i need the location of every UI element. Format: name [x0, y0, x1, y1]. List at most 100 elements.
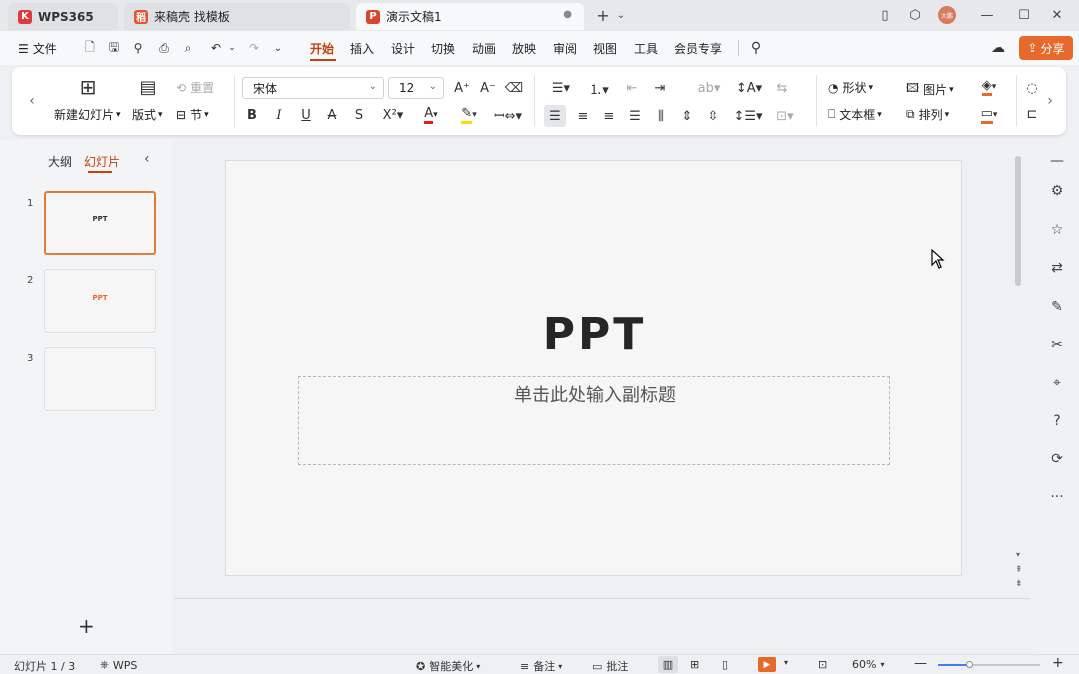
tab-tools[interactable]: 工具 [634, 40, 658, 57]
arrange-button[interactable]: ⧉ 排列 ▾ [906, 106, 949, 123]
slide-thumbnail-3[interactable] [44, 347, 156, 411]
format-painter-icon[interactable]: ⚲ [130, 40, 146, 56]
font-size-select[interactable]: 12 ⌄ [388, 77, 444, 99]
scroll-down-icon[interactable]: ▾ [1016, 550, 1020, 559]
slideshow-dropdown-icon[interactable]: ▾ [784, 658, 788, 667]
minimize-icon[interactable]: — [976, 6, 998, 24]
tab-wps365[interactable]: K WPS365 [8, 3, 118, 30]
slide-1[interactable]: PPT 单击此处输入副标题 [225, 160, 962, 576]
add-slide-button[interactable]: + [78, 614, 95, 638]
numbered-list-icon[interactable]: ⒈▾ [584, 79, 614, 98]
distribute-icon[interactable]: ⫼ [650, 105, 672, 127]
save-icon[interactable]: 🖫 [106, 40, 122, 56]
bold-icon[interactable]: B [242, 105, 262, 125]
new-slide-button[interactable]: 新建幻灯片 ▾ [54, 106, 121, 123]
collapse-sidebar-icon[interactable]: — [1046, 150, 1068, 172]
justify-icon[interactable]: ☰ [624, 105, 646, 127]
unsaved-dot-icon[interactable]: ● [563, 9, 572, 20]
italic-icon[interactable]: I [269, 105, 289, 125]
decrease-indent-icon[interactable]: ⇤ [622, 79, 642, 97]
new-file-icon[interactable]: 🗋 [82, 40, 98, 56]
font-color-icon[interactable]: A ▾ [416, 105, 446, 125]
fit-window-icon[interactable]: ⊡ [818, 658, 827, 671]
line-spacing-icon[interactable]: ↕A▾ [734, 79, 764, 97]
maximize-icon[interactable]: ☐ [1013, 6, 1035, 24]
share-button[interactable]: ⇪ 分享 [1019, 36, 1073, 60]
tab-insert[interactable]: 插入 [350, 40, 374, 57]
font-name-select[interactable]: 宋体 ⌄ [242, 77, 384, 99]
comments-button[interactable]: ▭ 批注 [592, 658, 628, 674]
print-icon[interactable]: ⎙ [156, 40, 172, 56]
slide-thumbnail-2[interactable]: PPT [44, 269, 156, 333]
theme-button[interactable]: ⎈ WPS [100, 658, 137, 672]
zoom-slider-knob[interactable] [965, 661, 973, 668]
star-icon[interactable]: ☆ [1046, 219, 1068, 241]
tab-slideshow[interactable]: 放映 [512, 40, 536, 57]
normal-view-icon[interactable]: ▥ [658, 656, 678, 673]
properties-slider-icon[interactable]: ⚙ [1046, 180, 1068, 202]
tab-review[interactable]: 审阅 [553, 40, 577, 57]
undo-dropdown-icon[interactable]: ⌄ [224, 40, 240, 56]
edit-slide-icon[interactable]: ✎ [1046, 296, 1068, 318]
cloud-icon[interactable]: ☁ [990, 40, 1006, 56]
outline-color-icon[interactable]: ▭ ▾ [974, 105, 1004, 125]
close-icon[interactable]: ✕ [1046, 6, 1068, 24]
layout-icon[interactable]: ▤ [136, 75, 160, 99]
strikethrough-icon[interactable]: A [322, 105, 342, 125]
zoom-out-icon[interactable]: — [914, 656, 927, 671]
superscript-icon[interactable]: X²▾ [378, 105, 408, 125]
notes-button[interactable]: ≡ 备注 ▾ [520, 658, 562, 674]
tab-presentation[interactable]: P 演示文稿1 ● [356, 3, 584, 30]
reset-button[interactable]: ⟲ 重置 [176, 79, 214, 96]
text-direction-icon[interactable]: ab▾ [694, 79, 724, 97]
transition-icon[interactable]: ⇄ [1046, 257, 1068, 279]
image-button[interactable]: 🖾 图片 ▾ [906, 79, 954, 100]
search-icon[interactable]: ⚲ [748, 40, 764, 56]
file-menu[interactable]: ☰ 文件 [18, 40, 57, 57]
textbox-button[interactable]: ⎕ 文本框 ▾ [828, 106, 882, 123]
character-spacing-icon[interactable]: ꟷ⇔▾ [492, 105, 524, 125]
tab-slides[interactable]: 幻灯片 [84, 153, 120, 170]
tab-member[interactable]: 会员专享 [674, 40, 722, 57]
tab-design[interactable]: 设计 [391, 40, 415, 57]
collapse-panel-icon[interactable]: ‹ [144, 151, 150, 167]
tab-transition[interactable]: 切换 [431, 40, 455, 57]
text-shadow-icon[interactable]: S [349, 105, 369, 125]
align-right-icon[interactable]: ≡ [598, 105, 620, 127]
paragraph-line-spacing-icon[interactable]: ↕☰▾ [732, 105, 764, 127]
decrease-font-icon[interactable]: A⁻ [478, 79, 498, 97]
ribbon-scroll-right-icon[interactable]: › [1044, 91, 1056, 111]
increase-indent-icon[interactable]: ⇥ [650, 79, 670, 97]
zoom-slider[interactable] [938, 661, 1040, 668]
reader-mode-icon[interactable]: ▯ [874, 6, 896, 24]
tab-home[interactable]: 开始 [310, 40, 334, 57]
tab-outline[interactable]: 大纲 [48, 153, 72, 170]
print-preview-icon[interactable]: ⌕ [180, 40, 196, 56]
smart-beautify-button[interactable]: ✪ 智能美化 ▾ [416, 658, 480, 674]
avatar[interactable]: 大鹏 [936, 6, 958, 24]
slide-thumbnail-1[interactable]: PPT [44, 191, 156, 255]
select-icon[interactable]: ⊏ [1024, 105, 1040, 123]
tools-icon[interactable]: ✂ [1046, 334, 1068, 356]
reading-view-icon[interactable]: ▯ [722, 658, 728, 671]
help-icon[interactable]: ? [1046, 410, 1068, 432]
selection-pane-icon[interactable]: ⌖ [1046, 372, 1068, 394]
tab-list-chevron-icon[interactable]: ⌄ [610, 6, 632, 24]
cube-icon[interactable]: ⬡ [904, 6, 926, 24]
tab-animation[interactable]: 动画 [472, 40, 496, 57]
find-icon[interactable]: ◌ [1024, 79, 1040, 97]
more-chevron-icon[interactable]: ⌄ [270, 40, 286, 56]
underline-icon[interactable]: U [296, 105, 316, 125]
vertical-scrollbar[interactable] [1014, 156, 1022, 288]
align-center-icon[interactable]: ≡ [572, 105, 594, 127]
convert-smartart-icon[interactable]: ⇆ [772, 79, 792, 97]
bullet-list-icon[interactable]: ☰▾ [546, 79, 576, 97]
prev-slide-icon[interactable]: ⇞ [1015, 566, 1023, 575]
slide-title[interactable]: PPT [226, 309, 963, 360]
backup-icon[interactable]: ⟳ [1046, 448, 1068, 470]
align-left-icon[interactable]: ☰ [544, 105, 566, 127]
play-slideshow-button[interactable]: ▶ [758, 657, 776, 672]
redo-icon[interactable]: ↷ [246, 40, 262, 56]
subtitle-placeholder[interactable]: 单击此处输入副标题 [298, 376, 890, 465]
fill-color-icon[interactable]: ◈ ▾ [974, 77, 1004, 97]
